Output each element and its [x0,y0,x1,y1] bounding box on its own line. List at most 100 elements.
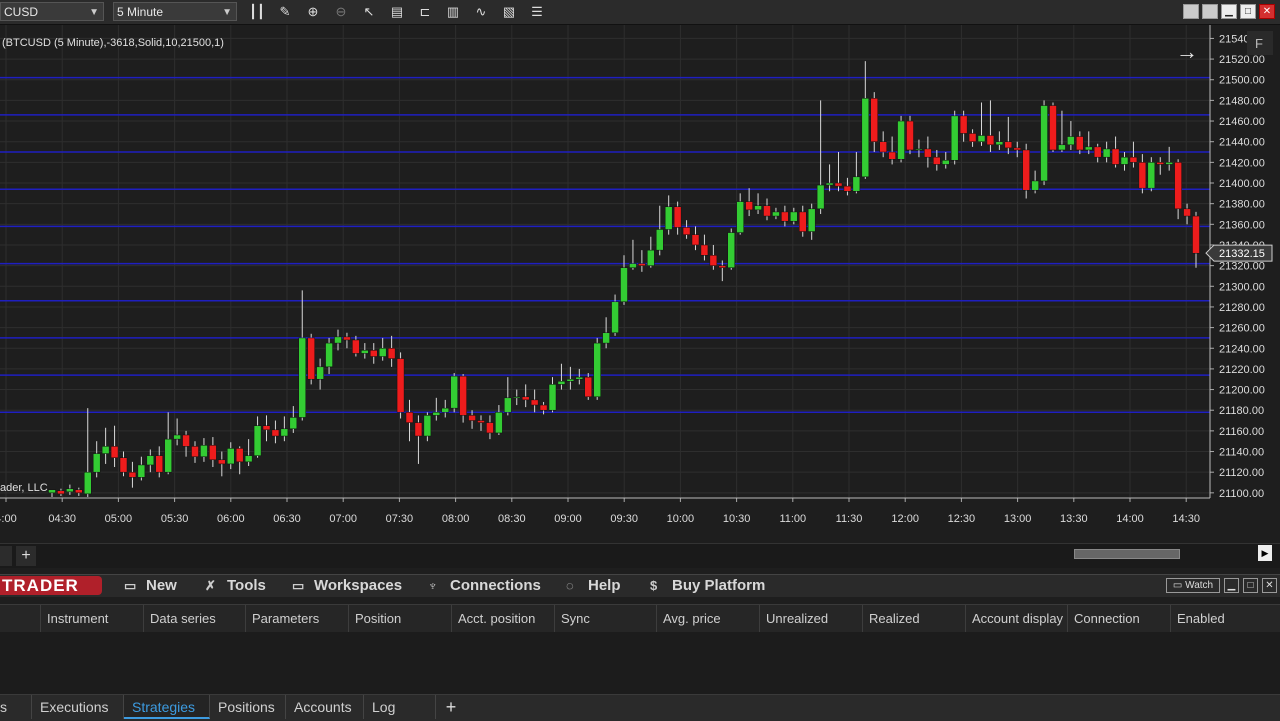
candle-body [244,455,253,463]
column-header-blank[interactable] [0,605,41,632]
menu-new[interactable]: ▭ New [124,577,177,595]
candle-body [1156,162,1164,165]
column-header-avg-price[interactable]: Avg. price [657,605,760,632]
menu-connections[interactable]: ♆ Connections [428,577,541,595]
column-header-sync[interactable]: Sync [555,605,657,632]
column-header-acct-position[interactable]: Acct. position [452,605,555,632]
zoom-out-icon[interactable]: ⊖ [332,3,350,21]
maximize-icon[interactable]: □ [1240,4,1256,19]
column-header-unrealized[interactable]: Unrealized [760,605,863,632]
menu-label: Buy Platform [672,577,766,594]
y-tick-label: 21220.00 [1219,364,1265,376]
column-header-instrument[interactable]: Instrument [41,605,144,632]
close-icon[interactable]: ✕ [1259,4,1275,19]
add-tab-button[interactable]: + [16,546,36,566]
scroll-right-icon[interactable]: ▶ [1258,545,1272,561]
candle-body [781,211,789,222]
price-chart[interactable]: 21540.00 21520.00 21500.00 21480.00 21460.00… [0,25,1280,542]
column-header-parameters[interactable]: Parameters [246,605,349,632]
minimize-icon[interactable]: ▁ [1221,4,1237,19]
horizontal-scrollbar[interactable] [1074,544,1258,564]
candle [933,149,941,171]
menu-buy-platform[interactable]: $ Buy Platform [650,577,765,595]
tab-orders[interactable]: s [0,695,32,719]
zoom-in-icon[interactable]: ⊕ [304,3,322,21]
chart-tab[interactable] [0,546,12,566]
candle-body [1058,144,1066,151]
x-tick-label: 13:30 [1060,513,1088,525]
candle [101,427,110,464]
candle [1085,131,1093,155]
candle-body [548,384,557,411]
candle-body [432,412,441,416]
tab-strategies[interactable]: Strategies [124,695,210,719]
x-tick-label: 07:30 [386,513,414,525]
candle-body [691,234,700,246]
chart-canvas[interactable]: 21540.0021520.0021500.0021480.0021460.00… [0,25,1280,542]
tab-executions[interactable]: Executions [32,695,124,719]
candle [235,446,244,475]
tab-accounts[interactable]: Accounts [286,695,364,719]
minimize-icon[interactable]: ▁ [1224,578,1239,593]
candle-body [950,115,959,161]
y-tick-label: 21500.00 [1219,75,1265,87]
interval-selector[interactable]: 5 Minute ▼ [113,2,237,21]
pointer-icon[interactable]: ↖ [360,3,378,21]
indicators-icon[interactable]: ▥ [444,3,462,21]
candle [888,136,896,165]
candle-body [1093,146,1102,158]
watch-button[interactable]: ▭ Watch [1166,578,1220,593]
candle [450,373,458,413]
menu-workspaces[interactable]: ▭ Workspaces [292,577,402,595]
tab-log[interactable]: Log [364,695,436,719]
candle [807,203,816,240]
candle-body [1031,180,1039,191]
menu-help[interactable]: ◌ Help [566,577,621,595]
strategies-grid-body[interactable] [0,632,1280,694]
tab-positions[interactable]: Positions [210,695,286,719]
candle-body [66,488,74,493]
column-header-enabled[interactable]: Enabled [1171,605,1280,632]
add-tab-button[interactable]: + [441,696,461,718]
candle-body [1076,136,1084,151]
menu-label: Tools [227,577,266,594]
menu-tools[interactable]: ✗ Tools [205,577,266,595]
arrow-right-icon[interactable]: → [1176,39,1198,64]
candle-body [495,412,503,434]
candle-body [200,445,208,457]
candle-body [262,425,271,431]
candle [244,439,253,466]
y-tick-label: 21140.00 [1219,447,1264,459]
candle-body [1067,136,1075,146]
candle-body [700,244,709,256]
draw-pencil-icon[interactable]: ✎ [276,3,294,21]
candle [799,205,807,237]
candle [870,92,878,153]
float-window-icon[interactable] [1202,4,1218,19]
column-header-connection[interactable]: Connection [1068,605,1171,632]
close-icon[interactable]: ✕ [1262,578,1277,593]
candle [253,416,262,458]
templates-icon[interactable]: ▧ [500,3,518,21]
column-header-account-display[interactable]: Account display r [966,605,1068,632]
strategies-icon[interactable]: ∿ [472,3,490,21]
bar-type-icon[interactable]: ┃┃ [248,3,266,21]
candle-body [1111,148,1120,165]
column-header-position[interactable]: Position [349,605,452,632]
y-tick-label: 21420.00 [1219,157,1265,169]
column-header-data-series[interactable]: Data series [144,605,246,632]
candle [387,335,396,367]
instrument-selector[interactable]: CUSD ▼ [0,2,104,21]
candle-body [1022,149,1030,191]
candle-body [825,182,834,186]
tile-window-icon[interactable] [1183,4,1199,19]
column-header-realized[interactable]: Realized [863,605,966,632]
data-box-icon[interactable]: ▤ [388,3,406,21]
candle [343,332,351,349]
x-tick-label: 04:30 [48,513,76,525]
chart-properties-icon[interactable]: ⊏ [416,3,434,21]
scrollbar-thumb[interactable] [1074,549,1180,559]
candle-body [146,455,155,466]
list-icon[interactable]: ☰ [528,3,546,21]
maximize-icon[interactable]: □ [1243,578,1258,593]
